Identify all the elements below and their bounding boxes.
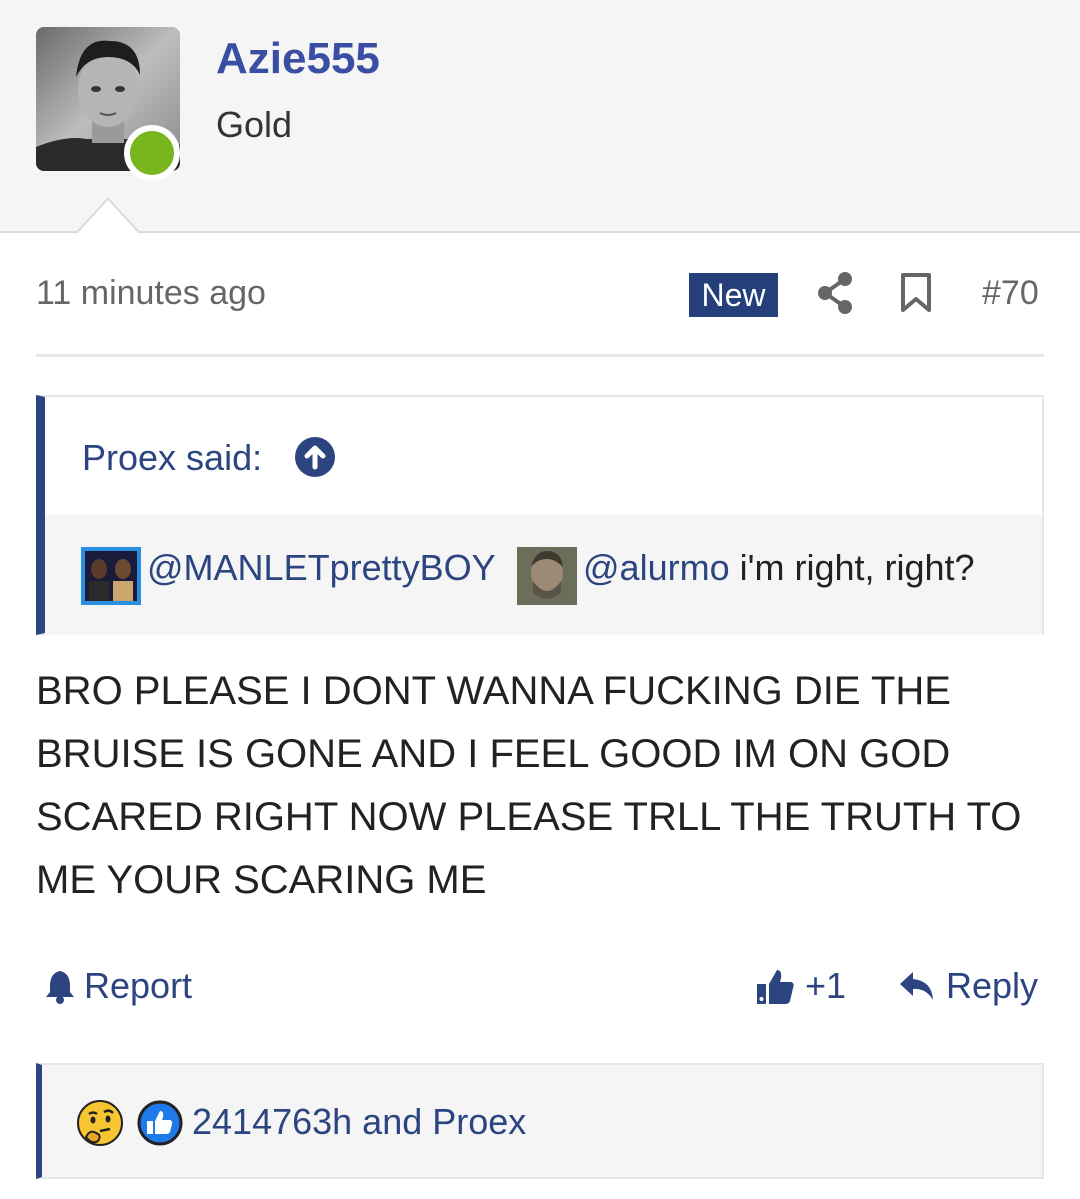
thinking-face-icon[interactable] bbox=[76, 1099, 124, 1147]
mention-alurmo[interactable]: @alurmo bbox=[583, 547, 730, 588]
share-icon[interactable] bbox=[815, 270, 855, 316]
quote-block: Proex said: @MANLETprettyBOY @alurmo i'm… bbox=[36, 395, 1044, 635]
mention-avatar-manletprettyboy[interactable] bbox=[81, 547, 141, 605]
mention-avatar-alurmo[interactable] bbox=[517, 547, 577, 605]
reaction-icons bbox=[76, 1099, 184, 1147]
quote-body: @MANLETprettyBOY @alurmo i'm right, righ… bbox=[45, 515, 1042, 635]
mention-manletprettyboy[interactable]: @MANLETprettyBOY bbox=[147, 547, 496, 589]
post-timestamp[interactable]: 11 minutes ago bbox=[36, 274, 266, 313]
new-badge: New bbox=[689, 273, 778, 317]
report-label: Report bbox=[84, 965, 193, 1006]
bell-icon bbox=[46, 971, 74, 1004]
arrow-up-circle-icon[interactable] bbox=[295, 437, 335, 477]
thumbs-up-icon bbox=[757, 970, 794, 1004]
post-message: BRO PLEASE I DONT WANNA FUCKING DIE THE … bbox=[36, 669, 1022, 902]
quote-text-line: @alurmo i'm right, right? bbox=[583, 547, 975, 589]
reply-button[interactable]: Reply bbox=[898, 963, 1038, 1009]
like-button[interactable]: +1 bbox=[755, 963, 846, 1009]
reply-arrow-icon bbox=[900, 972, 933, 1000]
reply-label: Reply bbox=[946, 965, 1039, 1006]
post-number[interactable]: #70 bbox=[982, 274, 1039, 313]
online-status-indicator bbox=[124, 125, 180, 181]
like-reaction-icon[interactable] bbox=[136, 1099, 184, 1147]
username[interactable]: Azie555 bbox=[216, 34, 380, 84]
user-avatar-container[interactable] bbox=[36, 27, 180, 181]
bookmark-icon[interactable] bbox=[898, 272, 934, 314]
report-button[interactable]: Report bbox=[44, 963, 192, 1009]
reaction-summary[interactable]: 2414763h and Proex bbox=[192, 1101, 526, 1143]
mention-link[interactable]: @MANLETprettyBOY bbox=[147, 547, 496, 588]
header-pointer-fill bbox=[77, 200, 139, 234]
quote-author[interactable]: Proex said: bbox=[82, 437, 262, 479]
user-title: Gold bbox=[216, 104, 293, 145]
quote-header: Proex said: bbox=[45, 397, 1042, 515]
quote-text: i'm right, right? bbox=[729, 547, 975, 588]
user-header: Azie555 Gold bbox=[0, 0, 1080, 233]
like-count: +1 bbox=[805, 965, 847, 1006]
divider bbox=[36, 354, 1044, 357]
reactions-bar[interactable]: 2414763h and Proex bbox=[36, 1063, 1044, 1179]
